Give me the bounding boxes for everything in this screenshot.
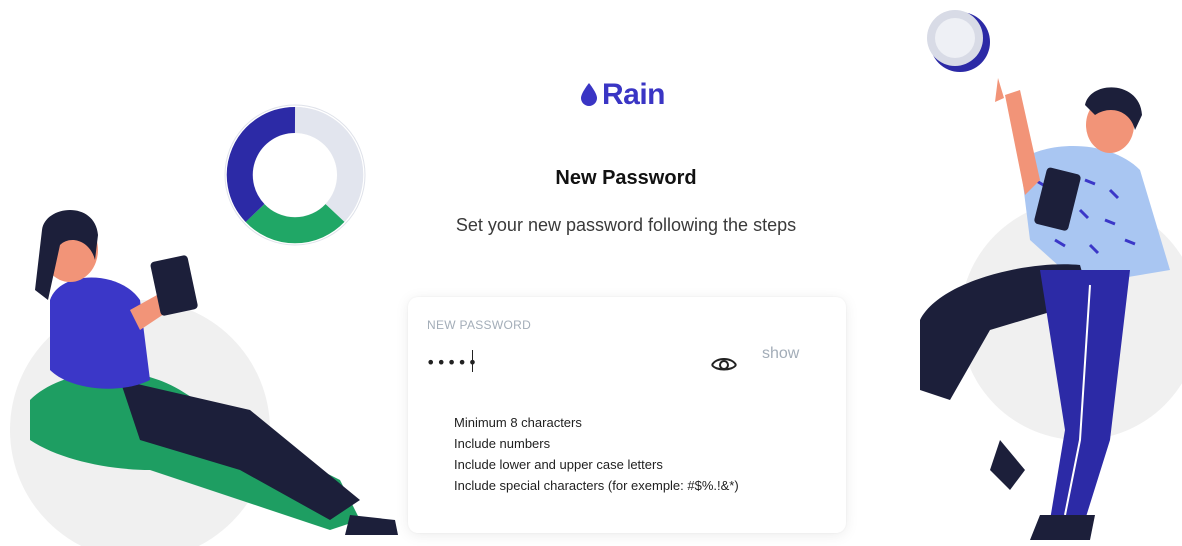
- illustration-woman-with-tablet: [10, 104, 398, 546]
- eye-icon[interactable]: [710, 351, 738, 373]
- password-requirements-list: Minimum 8 characters Include numbers Inc…: [454, 412, 739, 496]
- requirement-item: Minimum 8 characters: [454, 415, 582, 430]
- new-password-input[interactable]: [424, 349, 708, 375]
- page-subtitle: Set your new password following the step…: [455, 215, 797, 235]
- requirement-item: Include special characters (for exemple:…: [454, 478, 739, 493]
- text-caret: [472, 350, 473, 372]
- page-title: New Password: [555, 167, 697, 189]
- raindrop-icon: [581, 83, 597, 106]
- requirement-item: Include numbers: [454, 436, 551, 451]
- new-password-card: NEW PASSWORD show Minimum 8 characters I…: [408, 297, 846, 533]
- brand-name: Rain: [602, 78, 666, 111]
- illustration-man-with-coin: [920, 10, 1182, 540]
- brand-logo: Rain: [580, 78, 666, 112]
- password-field-label: NEW PASSWORD: [427, 318, 532, 332]
- requirement-item: Include lower and upper case letters: [454, 457, 663, 472]
- show-password-button[interactable]: show: [762, 345, 799, 363]
- coin-decoration: [927, 10, 990, 72]
